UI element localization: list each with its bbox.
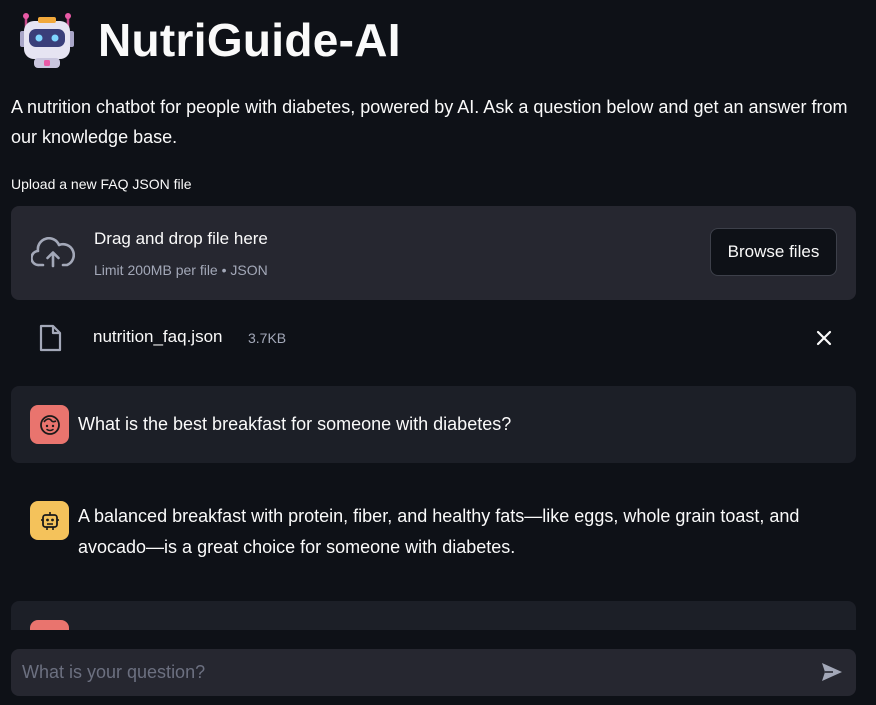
chat-input[interactable] <box>11 649 801 696</box>
close-icon[interactable] <box>814 328 834 348</box>
chat-message-text: What is the best breakfast for someone w… <box>78 414 512 434</box>
user-avatar <box>30 620 69 630</box>
file-size: 3.7KB <box>248 330 287 346</box>
intro-text: A nutrition chatbot for people with diab… <box>11 97 848 147</box>
dropzone-subtitle: Limit 200MB per file • JSON <box>94 262 268 278</box>
chat-message-user <box>11 601 856 630</box>
page-title: NutriGuide-AI <box>98 14 401 66</box>
user-avatar <box>30 405 69 444</box>
send-icon[interactable] <box>820 661 844 683</box>
chat-message-user: What is the best breakfast for someone w… <box>11 386 856 463</box>
chat-message-assistant: A balanced breakfast with protein, fiber… <box>11 484 856 584</box>
cloud-upload-icon <box>31 237 75 268</box>
app-root: NutriGuide-AI A nutrition chatbot for pe… <box>0 0 876 705</box>
browse-files-button[interactable]: Browse files <box>710 228 837 276</box>
chat-message-text: A balanced breakfast with protein, fiber… <box>78 506 800 557</box>
file-name: nutrition_faq.json <box>93 327 223 346</box>
file-dropzone[interactable]: Drag and drop file here Limit 200MB per … <box>11 206 856 300</box>
file-icon <box>39 324 62 352</box>
face-icon <box>39 414 60 435</box>
chat-input-container <box>11 649 856 696</box>
dropzone-title: Drag and drop file here <box>94 229 268 248</box>
uploaded-file-item: nutrition_faq.json 3.7KB <box>11 318 856 358</box>
header: NutriGuide-AI <box>18 10 401 70</box>
robot-face-icon <box>20 13 74 68</box>
assistant-avatar <box>30 501 69 540</box>
robot-icon <box>40 511 59 530</box>
uploader-label: Upload a new FAQ JSON file <box>11 176 192 192</box>
